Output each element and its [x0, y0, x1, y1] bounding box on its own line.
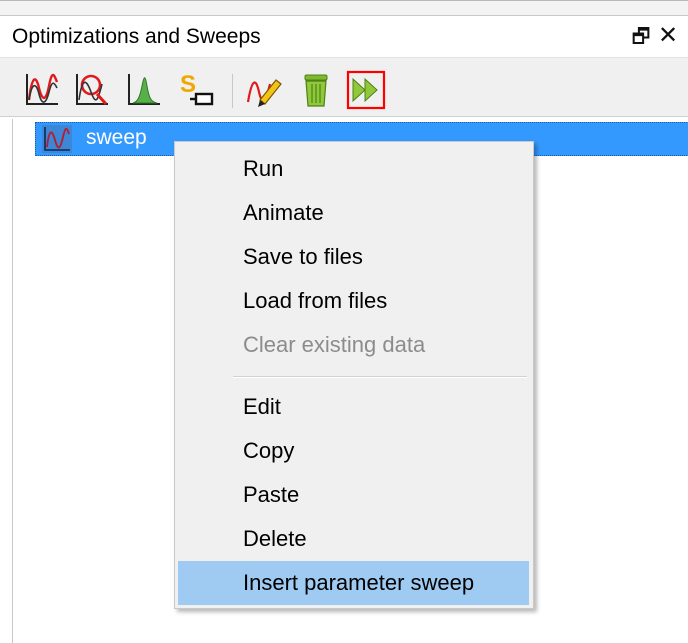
menu-item-label: Delete	[243, 526, 307, 551]
close-icon[interactable]: ✕	[656, 24, 680, 48]
menu-item-label: Save to files	[243, 244, 363, 269]
panel-titlebar: Optimizations and Sweeps 🗗 ✕	[0, 16, 688, 58]
menu-item-label: Copy	[243, 438, 295, 463]
float-icon[interactable]: 🗗	[630, 26, 652, 48]
top-strip	[0, 1, 688, 16]
parameter-sweep-button[interactable]	[22, 70, 62, 110]
run-fast-forward-icon	[346, 70, 386, 110]
menu-item-load-from-files[interactable]: Load from files	[178, 281, 529, 321]
menu-item-label: Edit	[243, 394, 281, 419]
menu-item-insert-parameter-sweep[interactable]: Insert parameter sweep	[178, 561, 529, 605]
menu-item-label: Paste	[243, 482, 300, 507]
script-sweep-icon: S	[180, 71, 214, 106]
menu-item-label: Load from files	[243, 288, 388, 313]
context-menu: Run Animate Save to files Load from file…	[174, 141, 534, 609]
edit-button[interactable]	[244, 70, 284, 110]
delete-trash-icon	[304, 74, 328, 107]
sweep-item-icon	[42, 125, 72, 153]
run-button[interactable]	[346, 70, 386, 110]
menu-item-paste[interactable]: Paste	[178, 475, 529, 515]
toolbar: S	[0, 58, 688, 117]
panel-title: Optimizations and Sweeps	[12, 25, 261, 48]
parameter-sweep-icon	[26, 73, 59, 105]
menu-item-edit[interactable]: Edit	[178, 387, 529, 427]
menu-item-run[interactable]: Run	[178, 149, 529, 189]
histogram-button[interactable]	[124, 70, 164, 110]
menu-separator	[233, 376, 527, 378]
menu-item-clear-existing-data: Clear existing data	[178, 325, 529, 365]
menu-item-animate[interactable]: Animate	[178, 193, 529, 233]
menu-item-label: Animate	[243, 200, 324, 225]
toolbar-separator	[232, 74, 233, 108]
svg-text:S: S	[180, 71, 196, 98]
delete-button[interactable]	[296, 70, 336, 110]
edit-pencil-icon	[246, 79, 282, 107]
menu-item-copy[interactable]: Copy	[178, 431, 529, 471]
tree-item-label: sweep	[86, 126, 147, 149]
menu-item-delete[interactable]: Delete	[178, 519, 529, 559]
optimization-button[interactable]	[72, 70, 112, 110]
menu-item-label: Clear existing data	[243, 332, 426, 357]
parameter-sweep-histogram-icon	[128, 74, 160, 105]
menu-item-label: Run	[243, 156, 284, 181]
menu-item-save-to-files[interactable]: Save to files	[178, 237, 529, 277]
optimizations-sweeps-panel: Optimizations and Sweeps 🗗 ✕ S sweep Run…	[0, 0, 688, 643]
optimization-icon	[76, 74, 108, 106]
menu-item-label: Insert parameter sweep	[243, 570, 475, 595]
script-button[interactable]: S	[176, 70, 216, 110]
